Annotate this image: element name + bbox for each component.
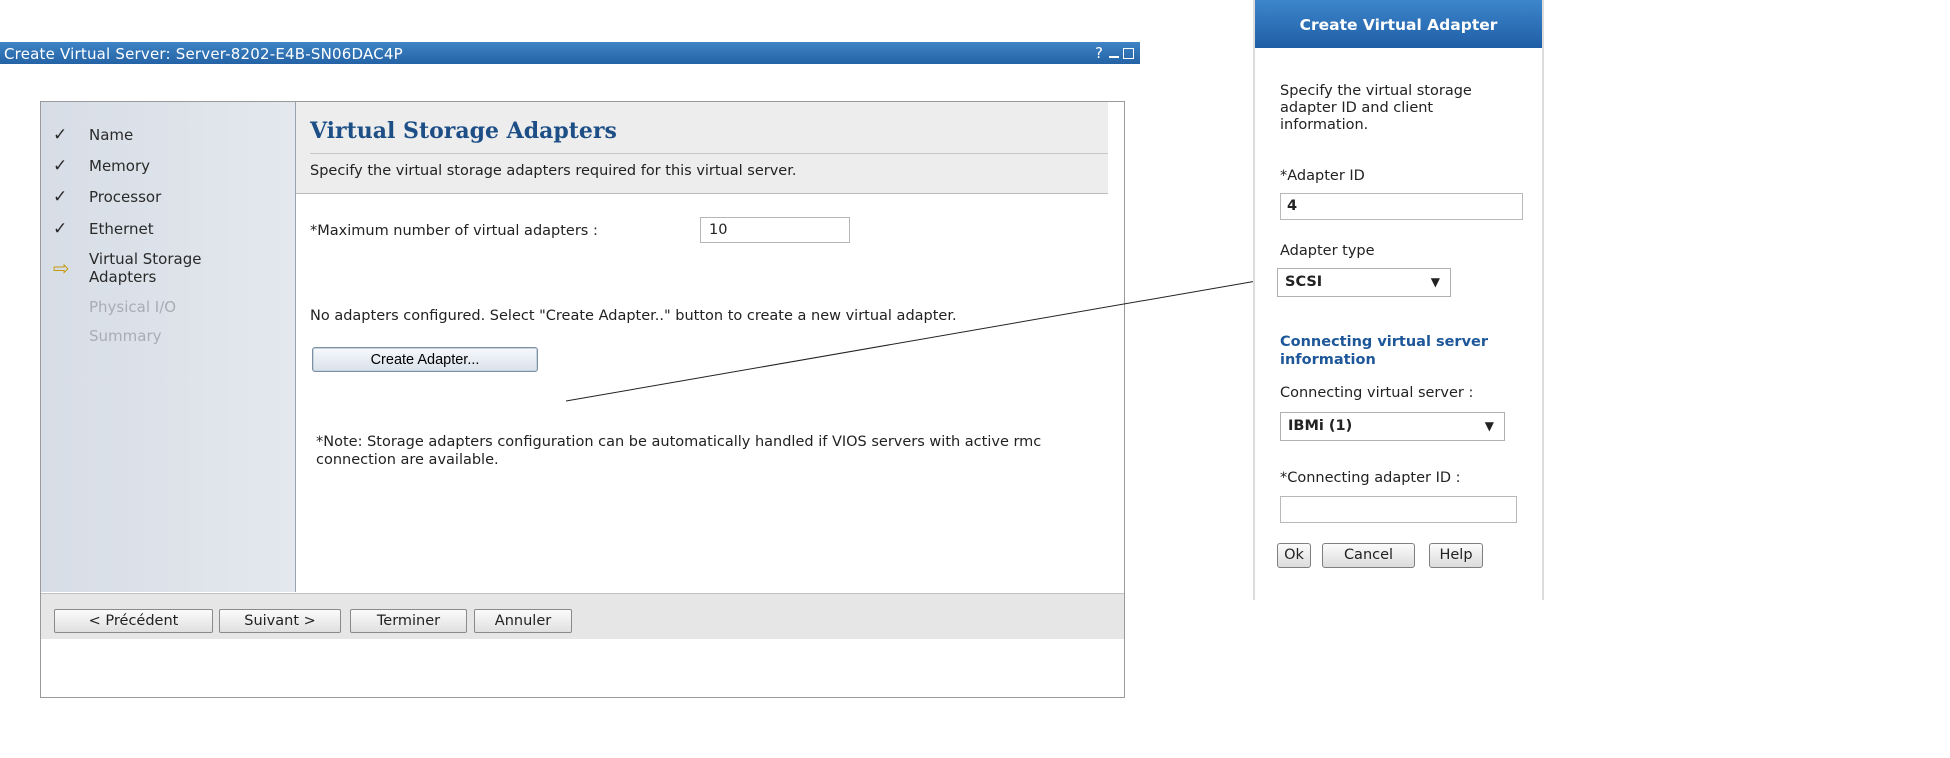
connecting-server-label: Connecting virtual server :	[1280, 385, 1474, 401]
connecting-adapter-id-input[interactable]	[1280, 496, 1517, 523]
adapter-type-value: SCSI	[1285, 274, 1323, 290]
connecting-section-header: Connecting virtual server information	[1280, 334, 1489, 368]
dropdown-arrow-icon: ▼	[1484, 419, 1494, 433]
callout-connector-line	[565, 278, 1269, 402]
dropdown-arrow-icon: ▼	[1430, 275, 1440, 289]
connecting-adapter-id-label: *Connecting adapter ID :	[1280, 470, 1461, 486]
create-virtual-adapter-dialog: Create Virtual Adapter Specify the virtu…	[1253, 0, 1544, 600]
adapter-id-input[interactable]: 4	[1280, 193, 1523, 220]
ok-button[interactable]: Ok	[1277, 543, 1311, 568]
adapter-type-select[interactable]: SCSI ▼	[1277, 268, 1451, 297]
connecting-server-value: IBMi (1)	[1288, 418, 1353, 434]
help-button[interactable]: Help	[1429, 543, 1483, 568]
dialog-title: Create Virtual Adapter	[1255, 0, 1542, 48]
adapter-type-label: Adapter type	[1280, 243, 1375, 259]
cancel-button[interactable]: Cancel	[1322, 543, 1415, 568]
dialog-intro: Specify the virtual storage adapter ID a…	[1280, 83, 1472, 133]
adapter-id-label: *Adapter ID	[1280, 168, 1365, 184]
connecting-server-select[interactable]: IBMi (1) ▼	[1280, 412, 1505, 441]
